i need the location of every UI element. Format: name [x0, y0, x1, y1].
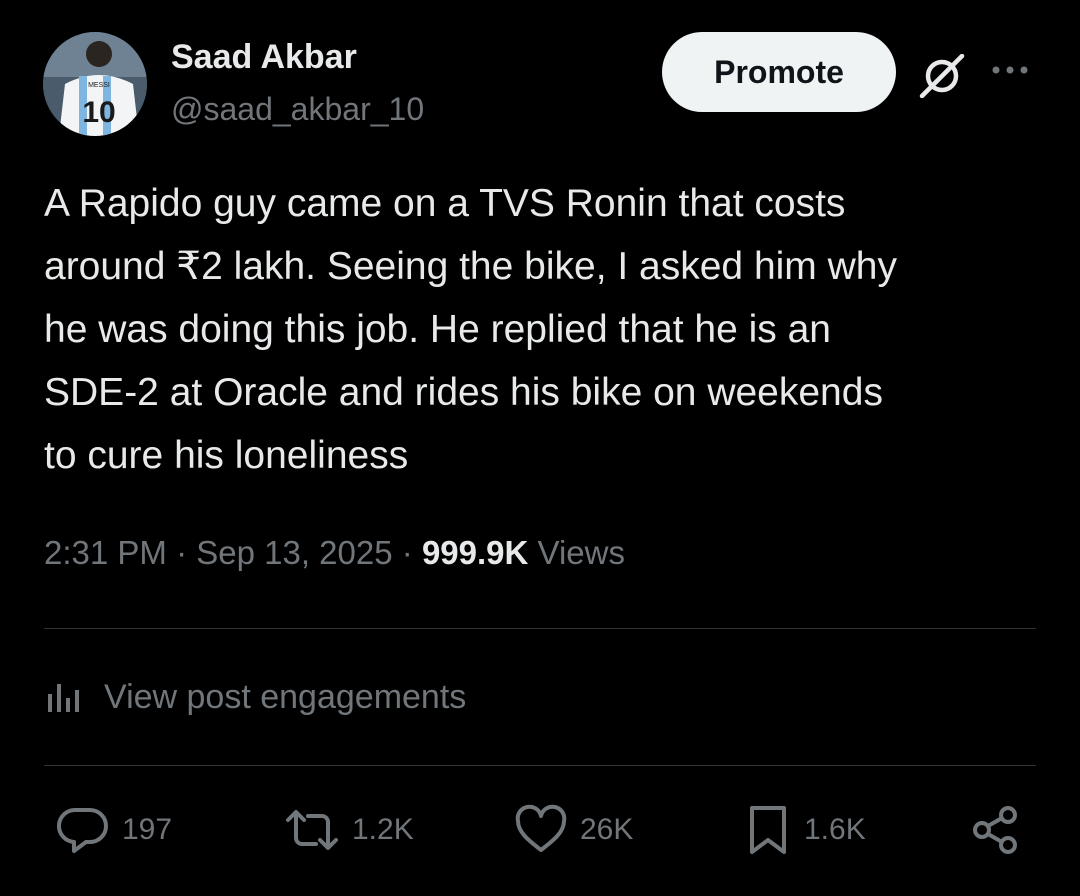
post-text: A Rapido guy came on a TVS Ronin that co…: [44, 182, 897, 477]
reply-count: 197: [122, 813, 173, 846]
bookmark-count: 1.6K: [804, 813, 866, 846]
repost-button[interactable]: 1.2K: [282, 800, 414, 860]
views-label: Views: [537, 534, 625, 571]
heart-icon: [515, 804, 567, 852]
avatar-jersey-text: MESSI: [88, 82, 110, 89]
views-count: 999.9K: [421, 534, 529, 571]
like-count: 26K: [580, 813, 634, 846]
meta-separator: ·: [401, 534, 413, 571]
post-time[interactable]: 2:31 PM: [44, 534, 167, 571]
more-options-icon[interactable]: [990, 62, 1030, 78]
repost-count: 1.2K: [352, 813, 414, 846]
divider: [44, 628, 1036, 629]
avatar[interactable]: MESSI 10: [43, 32, 147, 136]
analytics-icon: [48, 684, 79, 712]
avatar-jersey-number: 10: [82, 96, 115, 129]
reply-icon: [57, 807, 108, 853]
author-display-name[interactable]: Saad Akbar: [171, 38, 357, 77]
author-handle[interactable]: @saad_akbar_10: [171, 91, 424, 128]
meta-separator: ·: [176, 534, 188, 571]
share-button[interactable]: [968, 800, 1024, 860]
view-post-engagements-link[interactable]: View post engagements: [44, 672, 466, 722]
repost-icon: [286, 810, 338, 850]
like-button[interactable]: 26K: [512, 800, 633, 860]
avatar-image: MESSI 10: [43, 32, 147, 136]
engagements-label: View post engagements: [104, 677, 467, 716]
share-icon: [973, 806, 1017, 854]
divider: [44, 765, 1036, 766]
bookmark-button[interactable]: 1.6K: [742, 800, 866, 860]
post-date[interactable]: Sep 13, 2025: [196, 534, 392, 571]
post-meta: 2:31 PM · Sep 13, 2025 · 999.9K Views: [44, 534, 625, 572]
promote-button[interactable]: Promote: [662, 32, 896, 112]
bookmark-icon: [750, 806, 786, 854]
grok-icon[interactable]: [918, 53, 966, 99]
reply-button[interactable]: 197: [56, 800, 172, 860]
